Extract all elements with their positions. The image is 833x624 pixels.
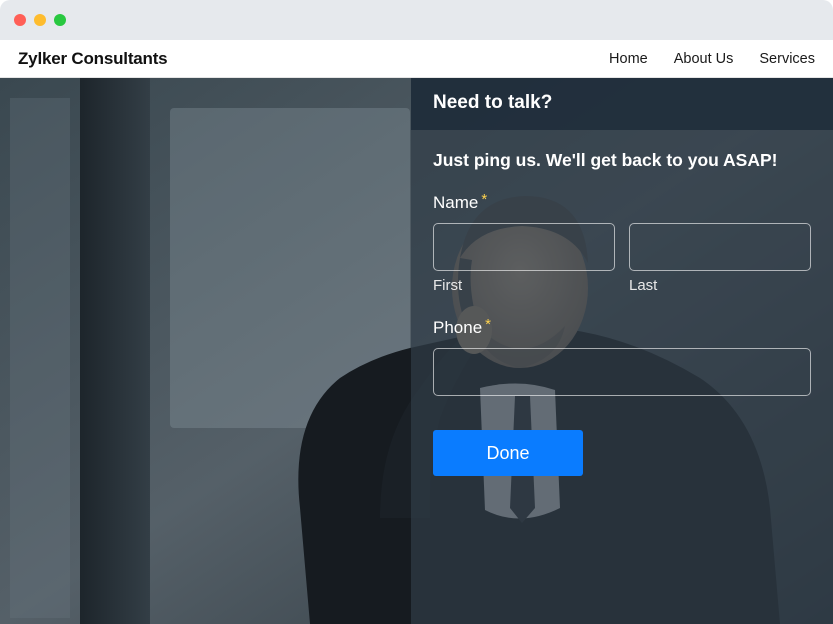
- required-star-icon: *: [485, 316, 491, 333]
- window-controls: [14, 14, 66, 26]
- name-label-text: Name: [433, 193, 478, 213]
- form-subtitle: Just ping us. We'll get back to you ASAP…: [433, 150, 811, 171]
- browser-chrome: [0, 0, 833, 40]
- form-body: Just ping us. We'll get back to you ASAP…: [411, 130, 833, 624]
- site-header: Zylker Consultants Home About Us Service…: [0, 40, 833, 78]
- close-window-icon[interactable]: [14, 14, 26, 26]
- minimize-window-icon[interactable]: [34, 14, 46, 26]
- hero-section: Need to talk? Just ping us. We'll get ba…: [0, 78, 833, 624]
- phone-input[interactable]: [433, 348, 811, 396]
- contact-form-panel: Need to talk? Just ping us. We'll get ba…: [411, 78, 833, 624]
- form-header: Need to talk?: [411, 78, 833, 130]
- brand-title: Zylker Consultants: [18, 49, 167, 69]
- phone-field-label: Phone *: [433, 318, 811, 338]
- phone-label-text: Phone: [433, 318, 482, 338]
- required-star-icon: *: [481, 191, 487, 208]
- nav-home[interactable]: Home: [609, 51, 648, 67]
- main-nav: Home About Us Services: [609, 51, 815, 67]
- maximize-window-icon[interactable]: [54, 14, 66, 26]
- last-name-sublabel: Last: [629, 277, 811, 294]
- name-field-label: Name *: [433, 193, 811, 213]
- first-name-sublabel: First: [433, 277, 615, 294]
- first-name-input[interactable]: [433, 223, 615, 271]
- submit-button[interactable]: Done: [433, 430, 583, 476]
- form-title: Need to talk?: [433, 92, 811, 114]
- nav-about[interactable]: About Us: [674, 51, 734, 67]
- last-name-input[interactable]: [629, 223, 811, 271]
- nav-services[interactable]: Services: [759, 51, 815, 67]
